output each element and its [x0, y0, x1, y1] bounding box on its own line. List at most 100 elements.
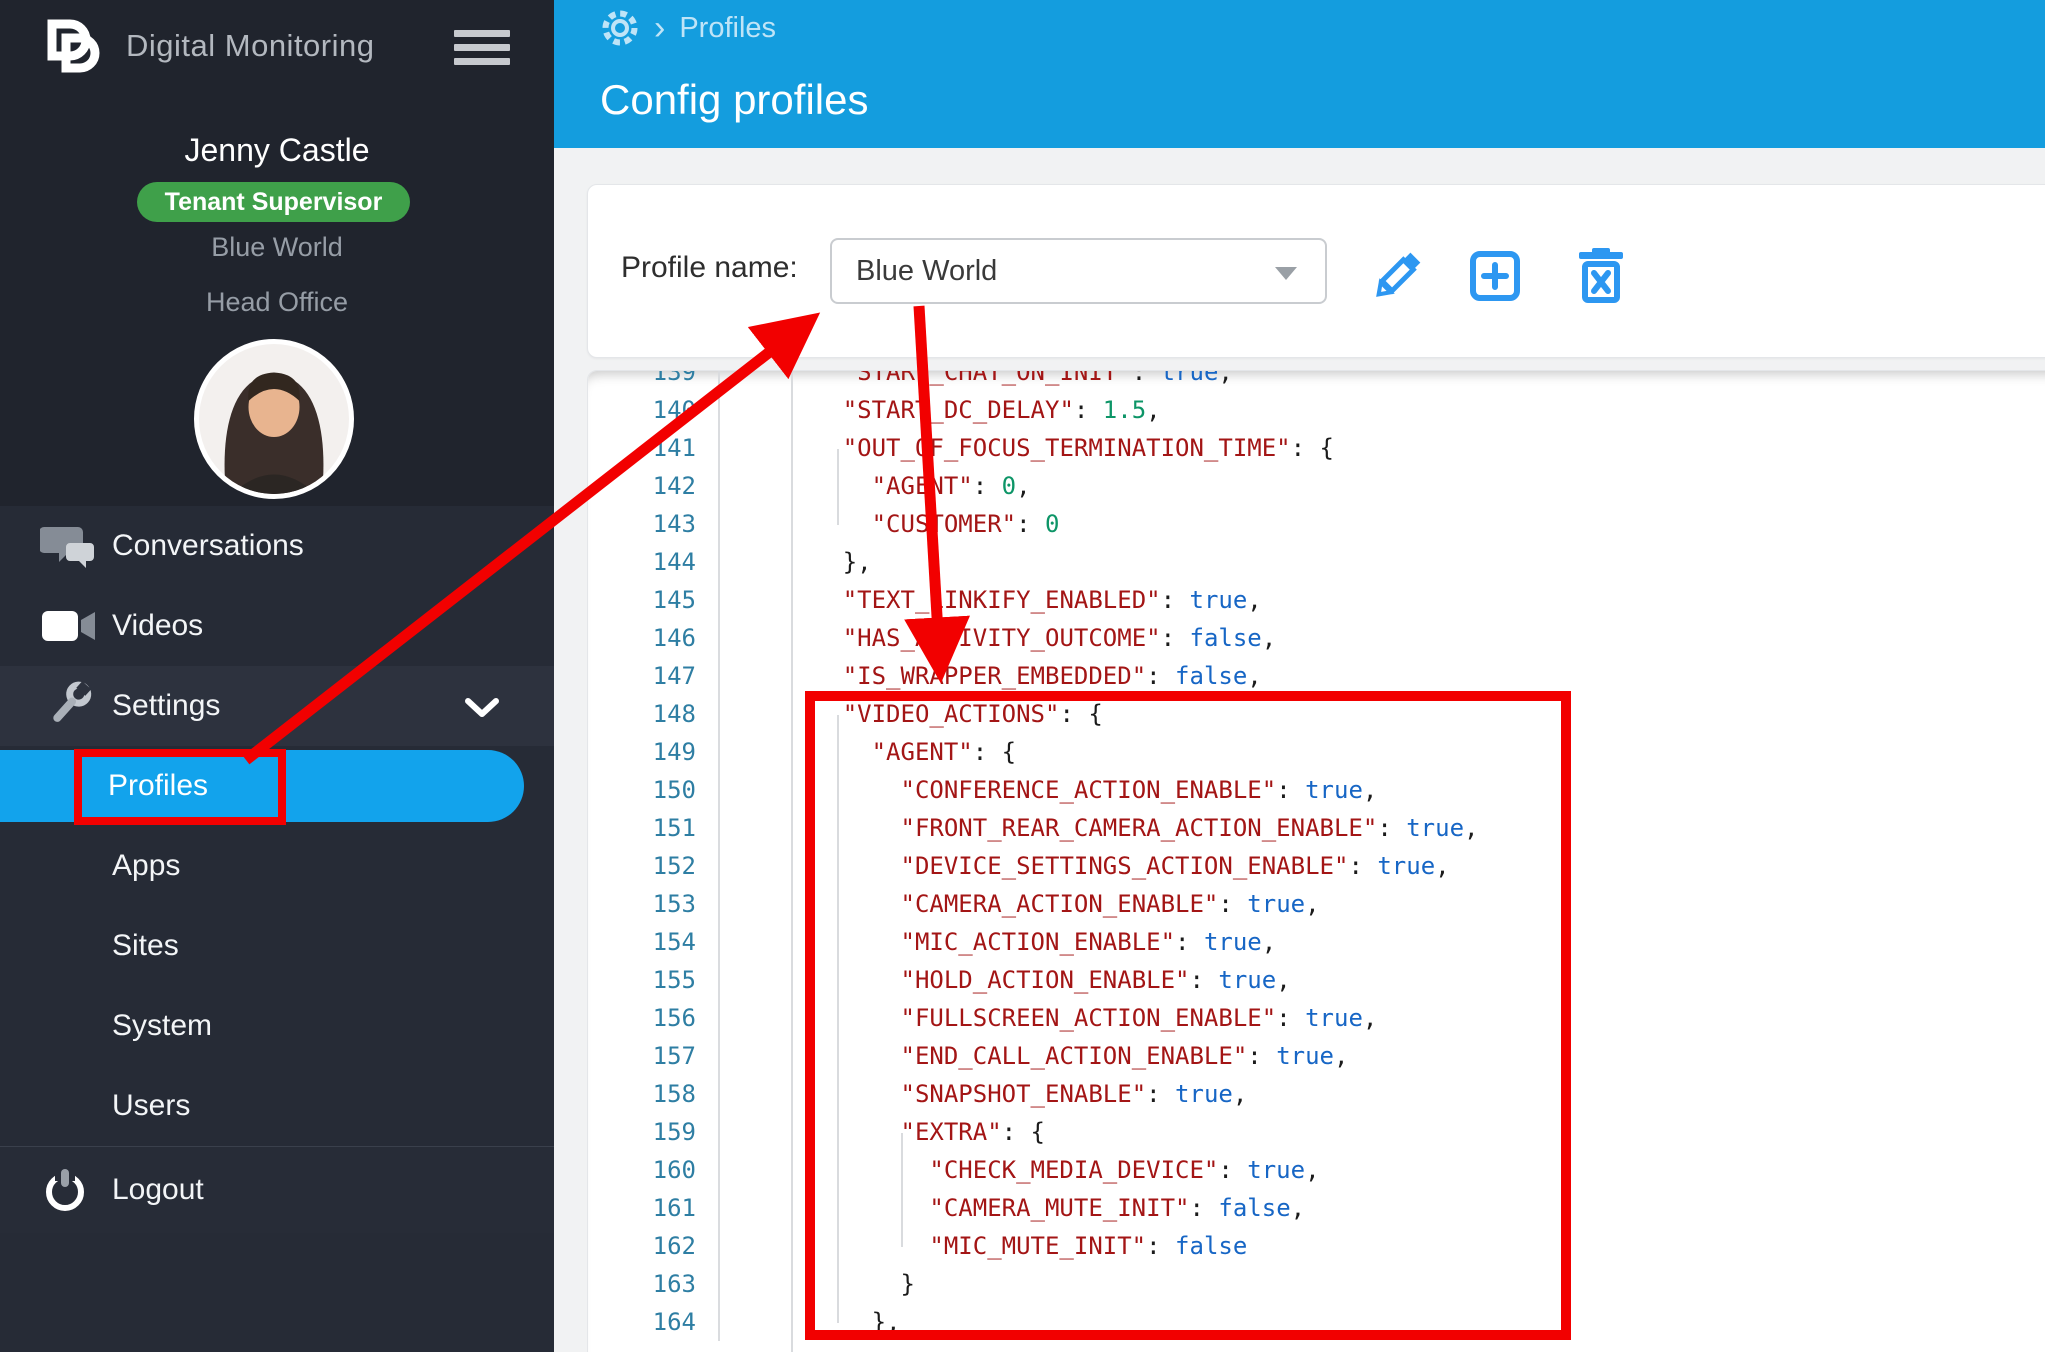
sidebar-item-system[interactable]: System: [0, 986, 554, 1066]
code-area[interactable]: 139 "START_CHAT_ON_INIT": true,140 "STAR…: [588, 370, 2045, 1341]
line-number: 158: [588, 1075, 720, 1113]
avatar: [194, 339, 354, 499]
sidebar-item-label: System: [112, 1009, 212, 1043]
app-root: Digital Monitoring Jenny Castle Tenant S…: [0, 0, 2045, 1352]
line-number: 156: [588, 999, 720, 1037]
sidebar-item-label: Conversations: [112, 529, 304, 563]
sidebar-item-sites[interactable]: Sites: [0, 906, 554, 986]
sidebar-item-label: Settings: [112, 689, 220, 723]
code-line: 139 "START_CHAT_ON_INIT": true,: [588, 370, 2045, 391]
sidebar-item-apps[interactable]: Apps: [0, 826, 554, 906]
sidebar: Digital Monitoring Jenny Castle Tenant S…: [0, 0, 554, 1352]
code-line: 159 "EXTRA": {: [588, 1113, 2045, 1151]
code-line: 151 "FRONT_REAR_CAMERA_ACTION_ENABLE": t…: [588, 809, 2045, 847]
code-line: 154 "MIC_ACTION_ENABLE": true,: [588, 923, 2045, 961]
line-number: 143: [588, 505, 720, 543]
code-line: 164 },: [588, 1303, 2045, 1341]
profile-selector-card: Profile name: Blue World: [587, 184, 2045, 358]
code-line: 161 "CAMERA_MUTE_INIT": false,: [588, 1189, 2045, 1227]
delete-trash-icon: [1575, 248, 1627, 304]
app-title: Digital Monitoring: [126, 28, 375, 64]
sidebar-item-conversations[interactable]: Conversations: [0, 506, 554, 586]
sidebar-item-label: Logout: [112, 1173, 204, 1207]
user-tenant: Blue World: [0, 232, 554, 263]
line-number: 149: [588, 733, 720, 771]
chevron-down-icon: [464, 694, 500, 728]
delete-profile-button[interactable]: [1572, 247, 1630, 305]
gear-icon[interactable]: [600, 8, 640, 48]
line-number: 148: [588, 695, 720, 733]
code-line: 149 "AGENT": {: [588, 733, 2045, 771]
line-number: 144: [588, 543, 720, 581]
line-number: 146: [588, 619, 720, 657]
user-office: Head Office: [0, 287, 554, 318]
sidebar-item-label: Users: [112, 1089, 190, 1123]
line-number: 140: [588, 391, 720, 429]
code-line: 146 "HAS_ACTIVITY_OUTCOME": false,: [588, 619, 2045, 657]
brand-row: Digital Monitoring: [0, 0, 554, 92]
select-caret-icon: [1275, 267, 1297, 280]
code-line: 152 "DEVICE_SETTINGS_ACTION_ENABLE": tru…: [588, 847, 2045, 885]
code-line: 147 "IS_WRAPPER_EMBEDDED": false,: [588, 657, 2045, 695]
sidebar-item-label: Videos: [112, 609, 203, 643]
code-line: 148 "VIDEO_ACTIONS": {: [588, 695, 2045, 733]
code-line: 140 "START_DC_DELAY": 1.5,: [588, 391, 2045, 429]
add-profile-button[interactable]: [1466, 247, 1524, 305]
line-number: 147: [588, 657, 720, 695]
sidebar-item-label: Apps: [112, 849, 180, 883]
sidebar-item-settings[interactable]: Settings: [0, 666, 554, 746]
line-number: 139: [588, 370, 720, 391]
power-icon: [40, 1165, 104, 1215]
hamburger-menu-icon[interactable]: [454, 30, 510, 68]
sidebar-menu: Conversations Videos: [0, 506, 554, 1233]
sidebar-row-profiles: Profiles: [0, 746, 554, 826]
sidebar-item-videos[interactable]: Videos: [0, 586, 554, 666]
page-header: › Profiles Config profiles: [554, 0, 2045, 148]
code-line: 162 "MIC_MUTE_INIT": false: [588, 1227, 2045, 1265]
wrench-icon: [40, 678, 104, 734]
edit-pencil-icon: [1369, 248, 1425, 304]
line-number: 157: [588, 1037, 720, 1075]
edit-profile-button[interactable]: [1368, 247, 1426, 305]
sidebar-item-users[interactable]: Users: [0, 1066, 554, 1146]
line-number: 142: [588, 467, 720, 505]
code-line: 158 "SNAPSHOT_ENABLE": true,: [588, 1075, 2045, 1113]
code-line: 150 "CONFERENCE_ACTION_ENABLE": true,: [588, 771, 2045, 809]
code-line: 144 },: [588, 543, 2045, 581]
line-number: 153: [588, 885, 720, 923]
code-line: 156 "FULLSCREEN_ACTION_ENABLE": true,: [588, 999, 2045, 1037]
sidebar-item-profiles[interactable]: Profiles: [0, 750, 524, 822]
config-editor: 139 "START_CHAT_ON_INIT": true,140 "STAR…: [587, 370, 2045, 1352]
sidebar-item-logout[interactable]: Logout: [0, 1147, 554, 1233]
role-badge: Tenant Supervisor: [137, 182, 410, 222]
app-logo-icon: [42, 12, 104, 80]
breadcrumb-separator: ›: [654, 13, 665, 43]
code-line: 141 "OUT_OF_FOCUS_TERMINATION_TIME": {: [588, 429, 2045, 467]
code-line: 157 "END_CALL_ACTION_ENABLE": true,: [588, 1037, 2045, 1075]
line-number: 152: [588, 847, 720, 885]
chat-bubbles-icon: [40, 521, 104, 571]
line-number: 164: [588, 1303, 720, 1341]
breadcrumb-profiles[interactable]: Profiles: [679, 12, 776, 45]
breadcrumb: › Profiles: [600, 8, 776, 48]
user-name: Jenny Castle: [0, 132, 554, 169]
code-line: 145 "TEXT_LINKIFY_ENABLED": true,: [588, 581, 2045, 619]
code-line: 163 }: [588, 1265, 2045, 1303]
add-plus-icon: [1468, 249, 1522, 303]
code-line: 153 "CAMERA_ACTION_ENABLE": true,: [588, 885, 2045, 923]
line-number: 163: [588, 1265, 720, 1303]
sidebar-item-label: Sites: [112, 929, 179, 963]
line-number: 155: [588, 961, 720, 999]
page-title: Config profiles: [600, 76, 868, 124]
line-number: 162: [588, 1227, 720, 1265]
line-number: 159: [588, 1113, 720, 1151]
line-number: 150: [588, 771, 720, 809]
line-number: 154: [588, 923, 720, 961]
code-line: 143 "CUSTOMER": 0: [588, 505, 2045, 543]
video-camera-icon: [40, 605, 104, 647]
profile-select[interactable]: Blue World: [830, 238, 1327, 304]
code-line: 142 "AGENT": 0,: [588, 467, 2045, 505]
line-number: 151: [588, 809, 720, 847]
code-line: 155 "HOLD_ACTION_ENABLE": true,: [588, 961, 2045, 999]
line-number: 160: [588, 1151, 720, 1189]
